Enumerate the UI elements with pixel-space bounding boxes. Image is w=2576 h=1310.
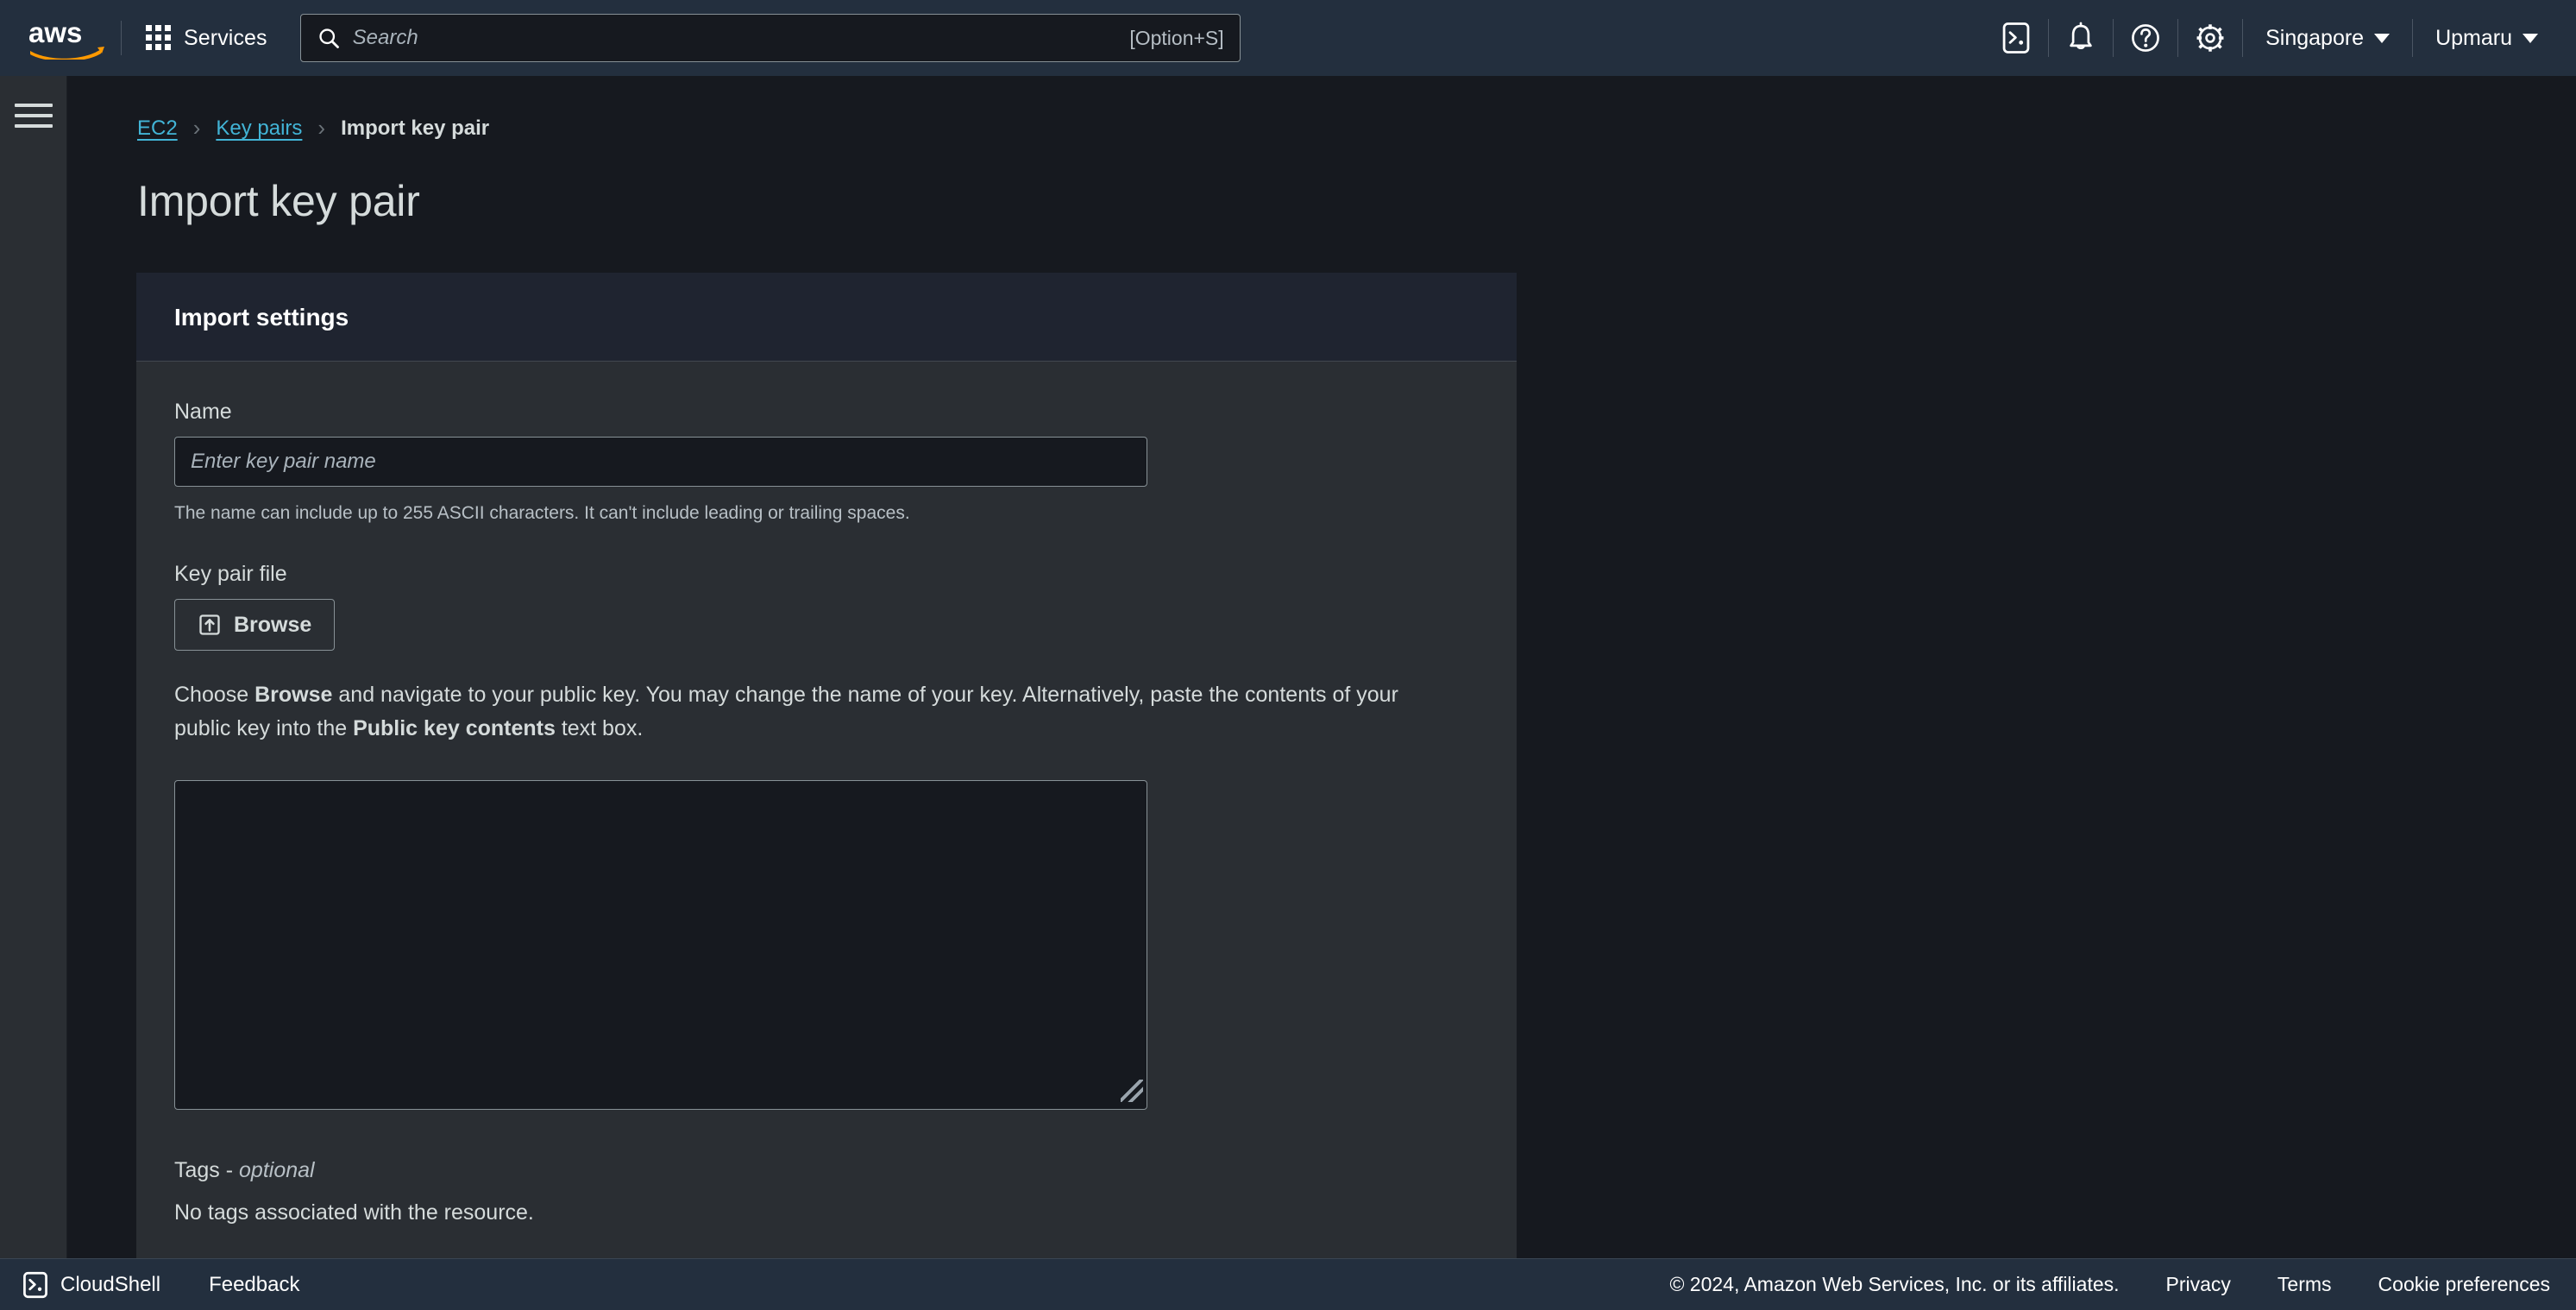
footer-bar: CloudShell Feedback © 2024, Amazon Web S… [0, 1258, 2576, 1310]
services-menu-button[interactable]: Services [134, 16, 280, 60]
grid-icon [146, 25, 172, 51]
gear-icon [2196, 24, 2224, 52]
page-title: Import key pair [137, 177, 420, 225]
cloudshell-icon [2002, 22, 2030, 54]
search-input[interactable]: Search [353, 26, 1130, 50]
left-sidebar [0, 76, 67, 1288]
region-selector[interactable]: Singapore [2243, 0, 2412, 76]
top-nav-right-group: Singapore Upmaru [1984, 0, 2576, 76]
hamburger-bar [15, 114, 53, 117]
breadcrumb-item-ec2[interactable]: EC2 [137, 117, 178, 141]
help-prefix: Choose [174, 683, 255, 708]
hamburger-bar [15, 124, 53, 128]
footer-link-privacy[interactable]: Privacy [2166, 1273, 2231, 1296]
main-content: EC2 › Key pairs › Import key pair Import… [68, 76, 2576, 1288]
cloudshell-icon [23, 1271, 47, 1298]
question-circle-icon [2132, 24, 2159, 52]
name-field-label: Name [174, 400, 232, 424]
breadcrumb: EC2 › Key pairs › Import key pair [137, 115, 2576, 142]
breadcrumb-separator: › [192, 115, 201, 141]
import-settings-card: Import settings Name The name can includ… [136, 273, 1517, 1277]
browse-button-label: Browse [234, 612, 312, 637]
footer-cloudshell-button[interactable]: CloudShell [22, 1271, 160, 1299]
services-label: Services [184, 25, 267, 50]
footer-copyright: © 2024, Amazon Web Services, Inc. or its… [1669, 1273, 2120, 1295]
account-menu[interactable]: Upmaru [2413, 0, 2560, 76]
hamburger-bar [15, 104, 53, 107]
global-search-box[interactable]: Search [Option+S] [299, 14, 1241, 62]
hamburger-menu-icon[interactable] [15, 98, 53, 133]
browse-help-text: Choose Browse and navigate to your publi… [174, 678, 1408, 746]
tags-empty-message: No tags associated with the resource. [174, 1200, 534, 1225]
name-input[interactable] [174, 437, 1147, 487]
browse-button[interactable]: Browse [174, 599, 336, 652]
tags-section: Tags - optional No tags associated with … [174, 1158, 1479, 1225]
chevron-down-icon [2523, 33, 2538, 43]
footer-right-group: © 2024, Amazon Web Services, Inc. or its… [1669, 1273, 2576, 1296]
upload-icon [199, 614, 220, 636]
aws-logo[interactable]: aws [24, 15, 109, 61]
footer-feedback-link[interactable]: Feedback [209, 1273, 299, 1297]
top-navigation-bar: aws Services Search [Option+S] Singapore… [0, 0, 2576, 76]
aws-logo-icon: aws [28, 16, 104, 60]
help-suffix: text box. [555, 716, 644, 741]
search-icon [319, 28, 339, 48]
account-label: Upmaru [2435, 25, 2512, 50]
notifications-button[interactable] [2049, 0, 2113, 76]
help-bold-browse: Browse [254, 683, 333, 708]
breadcrumb-item-current: Import key pair [341, 116, 490, 140]
card-header-title: Import settings [174, 304, 349, 331]
region-label: Singapore [2265, 25, 2365, 50]
settings-button[interactable] [2178, 0, 2242, 76]
search-shortcut-hint: [Option+S] [1129, 26, 1224, 49]
breadcrumb-separator: › [317, 115, 326, 141]
tags-label: Tags - optional [174, 1158, 1479, 1183]
tags-label-main: Tags - [174, 1157, 240, 1182]
name-field-group: Name The name can include up to 255 ASCI… [174, 400, 1479, 526]
card-header: Import settings [136, 273, 1517, 362]
help-bold-public-key-contents: Public key contents [353, 716, 556, 741]
breadcrumb-item-key-pairs[interactable]: Key pairs [216, 117, 302, 141]
key-pair-file-group: Key pair file Browse Choose Browse and n… [174, 562, 1479, 746]
help-button[interactable] [2114, 0, 2177, 76]
chevron-down-icon [2374, 33, 2391, 43]
footer-link-cookie-preferences[interactable]: Cookie preferences [2378, 1273, 2550, 1296]
tags-label-optional: optional [239, 1157, 315, 1182]
public-key-contents-wrapper [174, 779, 1147, 1110]
cloudshell-button[interactable] [1984, 0, 2048, 76]
footer-link-terms[interactable]: Terms [2278, 1273, 2332, 1296]
card-body: Name The name can include up to 255 ASCI… [136, 362, 1517, 1277]
cloudshell-label: CloudShell [60, 1272, 161, 1296]
key-pair-file-label: Key pair file [174, 562, 287, 587]
nav-divider [121, 21, 122, 55]
bell-icon [2070, 22, 2092, 50]
name-helper-text: The name can include up to 255 ASCII cha… [174, 503, 910, 523]
svg-text:aws: aws [28, 16, 82, 48]
public-key-contents-textarea[interactable] [174, 779, 1147, 1110]
